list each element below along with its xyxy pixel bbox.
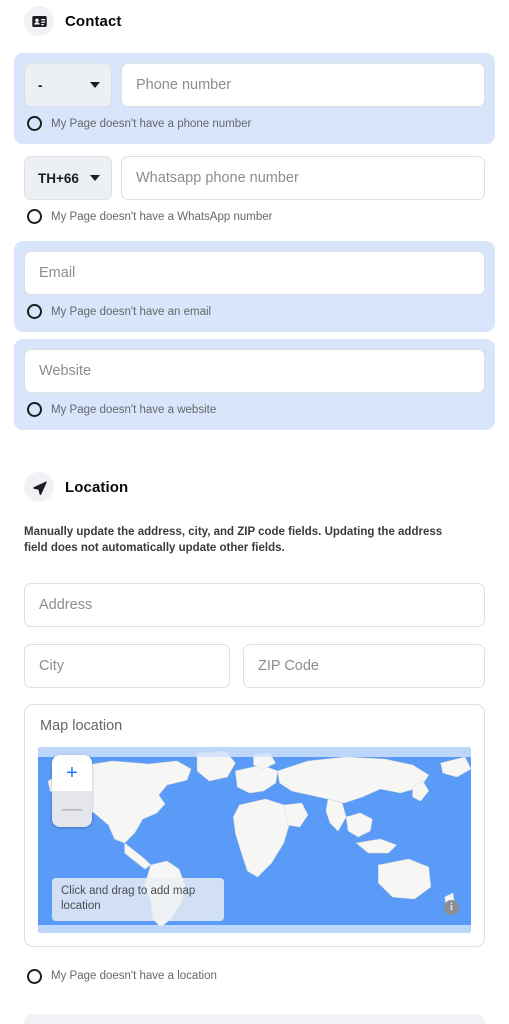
address-placeholder: Address	[39, 596, 93, 613]
whatsapp-optout-label: My Page doesn't have a WhatsApp number	[51, 210, 273, 223]
phone-number-input[interactable]: Phone number	[121, 63, 485, 107]
location-optout-radio[interactable]	[27, 968, 42, 984]
map-zoom-in-button[interactable]: +	[52, 754, 92, 791]
whatsapp-number-placeholder: Whatsapp phone number	[136, 170, 299, 186]
location-section-title: Location	[65, 478, 129, 496]
map-viewport[interactable]: + — Click and drag to add map location i	[38, 746, 471, 933]
address-row: Address	[24, 582, 485, 627]
phone-field-group: - Phone number My Page doesn't have a ph…	[14, 53, 495, 144]
city-placeholder: City	[39, 657, 64, 674]
phone-country-select[interactable]: -	[24, 63, 112, 107]
website-optout-label: My Page doesn't have a website	[51, 403, 217, 416]
whatsapp-optout-row[interactable]: My Page doesn't have a WhatsApp number	[24, 200, 485, 232]
email-row: Email	[24, 251, 485, 295]
additional-location-details-accordion[interactable]: Additional Location Details Optional	[24, 1013, 485, 1024]
map-location-label: Map location	[40, 717, 123, 734]
map-zoom-control[interactable]: + —	[52, 754, 92, 827]
phone-row: - Phone number	[24, 63, 485, 107]
chevron-down-icon	[90, 175, 100, 181]
website-row: Website	[24, 349, 485, 393]
website-input[interactable]: Website	[24, 349, 485, 393]
whatsapp-field-group: TH+66 Whatsapp phone number My Page does…	[14, 146, 495, 237]
navigation-arrow-icon	[24, 472, 54, 502]
website-placeholder: Website	[39, 363, 92, 379]
website-optout-row[interactable]: My Page doesn't have a website	[24, 393, 485, 425]
location-optout-label: My Page doesn't have a location	[51, 970, 217, 983]
phone-number-placeholder: Phone number	[136, 77, 232, 93]
email-input[interactable]: Email	[24, 251, 485, 295]
page-root: Contact - Phone number My Page doesn't h…	[0, 0, 509, 1024]
zip-input[interactable]: ZIP Code	[243, 643, 486, 688]
map-zoom-out-button[interactable]: —	[52, 790, 92, 827]
location-description: Manually update the address, city, and Z…	[24, 526, 443, 555]
email-optout-row[interactable]: My Page doesn't have an email	[24, 295, 485, 327]
phone-optout-radio[interactable]	[27, 116, 42, 131]
location-optout-row[interactable]: My Page doesn't have a location	[24, 960, 485, 992]
email-optout-radio[interactable]	[27, 304, 42, 319]
chevron-down-icon	[90, 82, 100, 88]
whatsapp-number-input[interactable]: Whatsapp phone number	[121, 156, 485, 200]
address-input[interactable]: Address	[24, 582, 485, 627]
map-drag-tooltip: Click and drag to add map location	[52, 877, 224, 921]
email-optout-label: My Page doesn't have an email	[51, 305, 212, 318]
location-section-header: Location	[0, 472, 509, 502]
email-field-group: Email My Page doesn't have an email	[14, 241, 495, 332]
city-input[interactable]: City	[24, 643, 230, 688]
website-field-group: Website My Page doesn't have a website	[14, 339, 495, 430]
email-placeholder: Email	[39, 265, 76, 281]
map-attribution-icon[interactable]: i	[444, 899, 459, 915]
contact-card-icon	[24, 6, 54, 36]
zip-placeholder: ZIP Code	[258, 657, 319, 674]
phone-optout-label: My Page doesn't have a phone number	[51, 117, 252, 130]
website-optout-radio[interactable]	[27, 402, 42, 417]
contact-section-header: Contact	[0, 0, 509, 36]
whatsapp-country-value: TH+66	[38, 170, 79, 186]
whatsapp-row: TH+66 Whatsapp phone number	[24, 156, 485, 200]
map-location-card: Map location + — Click and drag to add m…	[24, 703, 485, 947]
whatsapp-country-select[interactable]: TH+66	[24, 156, 112, 200]
city-zip-row: City ZIP Code	[24, 643, 486, 688]
whatsapp-optout-radio[interactable]	[27, 209, 42, 224]
phone-optout-row[interactable]: My Page doesn't have a phone number	[24, 107, 485, 139]
phone-country-value: -	[38, 77, 43, 93]
contact-section-title: Contact	[65, 12, 122, 30]
